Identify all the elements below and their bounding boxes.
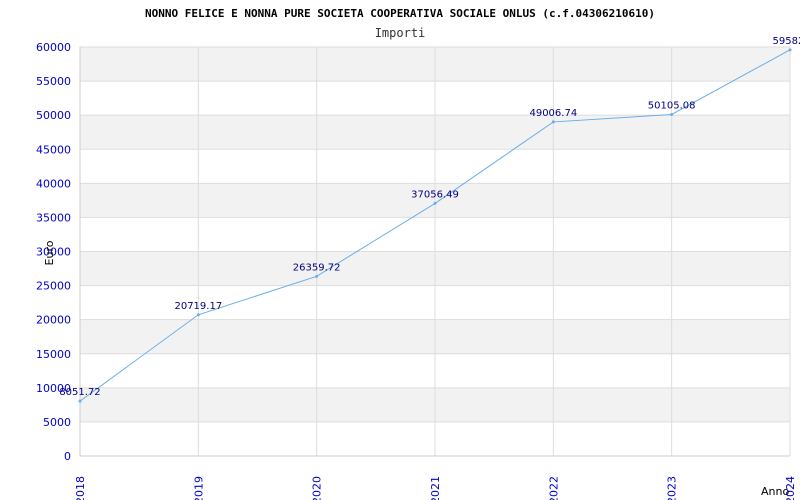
x-tick-label: 2020 [311, 476, 324, 500]
data-label: 59582. [773, 36, 800, 47]
y-tick-label: 35000 [36, 211, 71, 224]
y-tick-label: 55000 [36, 75, 71, 88]
x-tick-label: 2018 [74, 476, 87, 500]
data-label: 8051.72 [59, 387, 100, 398]
y-tick-label: 25000 [36, 280, 71, 293]
data-point [196, 313, 200, 317]
y-tick-label: 20000 [36, 314, 71, 327]
line-chart: 0500010000150002000025000300003500040000… [36, 7, 800, 500]
y-axis-title: Euro [43, 240, 56, 265]
x-tick-label: 2019 [192, 476, 205, 500]
y-tick-label: 15000 [36, 348, 71, 361]
chart-subtitle: Importi [375, 26, 426, 40]
y-tick-label: 50000 [36, 109, 71, 122]
data-point [551, 120, 555, 124]
data-label: 37056.49 [411, 189, 459, 200]
data-label: 49006.74 [529, 108, 577, 119]
x-axis-ticks: 2018 2019 2020 2021 2022 2023 2024 [74, 476, 797, 500]
chart-title: NONNO FELICE E NONNA PURE SOCIETA COOPER… [145, 7, 655, 20]
y-tick-label: 0 [64, 450, 71, 463]
data-point [433, 201, 437, 205]
data-label: 20719.17 [174, 301, 222, 312]
data-point [78, 399, 82, 403]
y-tick-label: 60000 [36, 41, 71, 54]
data-label: 26359.72 [293, 262, 341, 273]
y-tick-label: 45000 [36, 143, 71, 156]
y-tick-label: 40000 [36, 177, 71, 190]
x-tick-label: 2021 [429, 476, 442, 500]
x-tick-label: 2022 [547, 476, 560, 500]
data-point [315, 274, 319, 278]
x-tick-label: 2023 [666, 476, 679, 500]
data-point [670, 112, 674, 116]
data-label: 50105.08 [648, 100, 696, 111]
y-tick-label: 5000 [43, 416, 71, 429]
data-point [788, 48, 792, 52]
x-axis-title: Anno [761, 485, 789, 498]
